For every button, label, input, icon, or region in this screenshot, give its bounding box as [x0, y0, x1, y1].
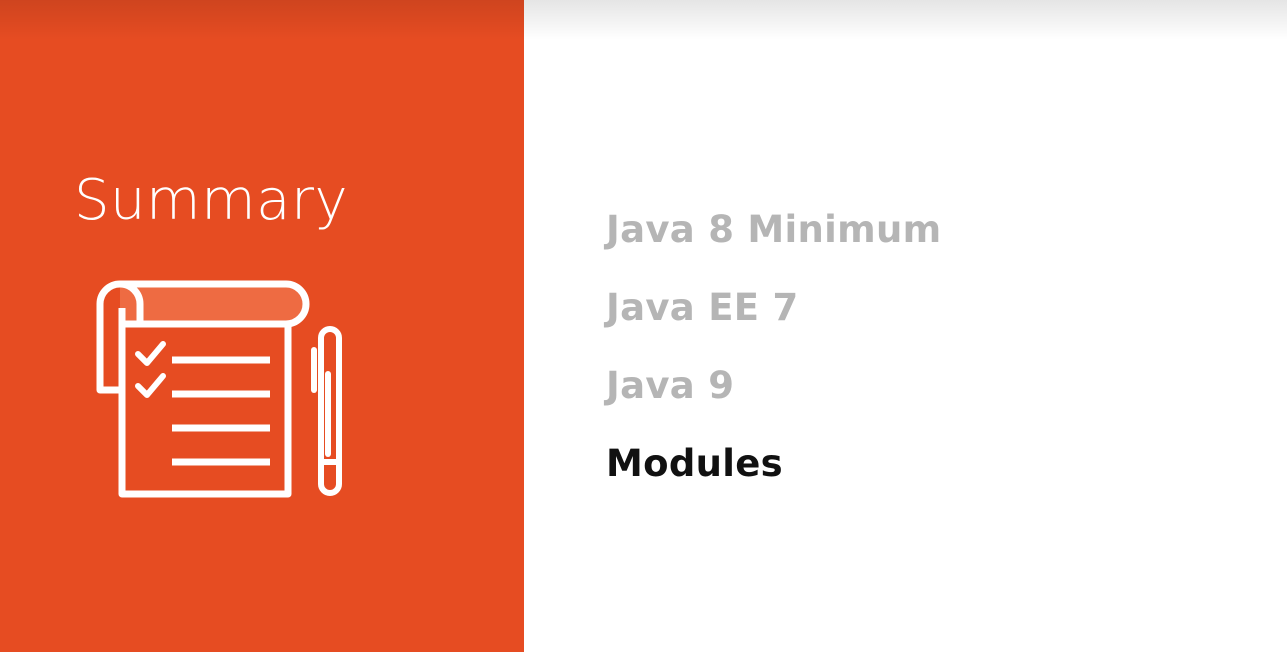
topic-item-java-8-minimum: Java 8 Minimum	[606, 208, 942, 251]
slide: Summary Java 8 Minimum Java EE 7 Java 9 …	[0, 0, 1287, 652]
topic-item-java-9: Java 9	[606, 364, 735, 407]
checklist-notepad-with-pen-icon	[96, 280, 342, 498]
topic-item-modules: Modules	[606, 442, 783, 485]
title-panel: Summary	[0, 0, 524, 652]
slide-title: Summary	[74, 168, 349, 233]
topic-item-java-ee-7: Java EE 7	[606, 286, 799, 329]
topic-list: Java 8 Minimum Java EE 7 Java 9 Modules	[606, 200, 942, 512]
